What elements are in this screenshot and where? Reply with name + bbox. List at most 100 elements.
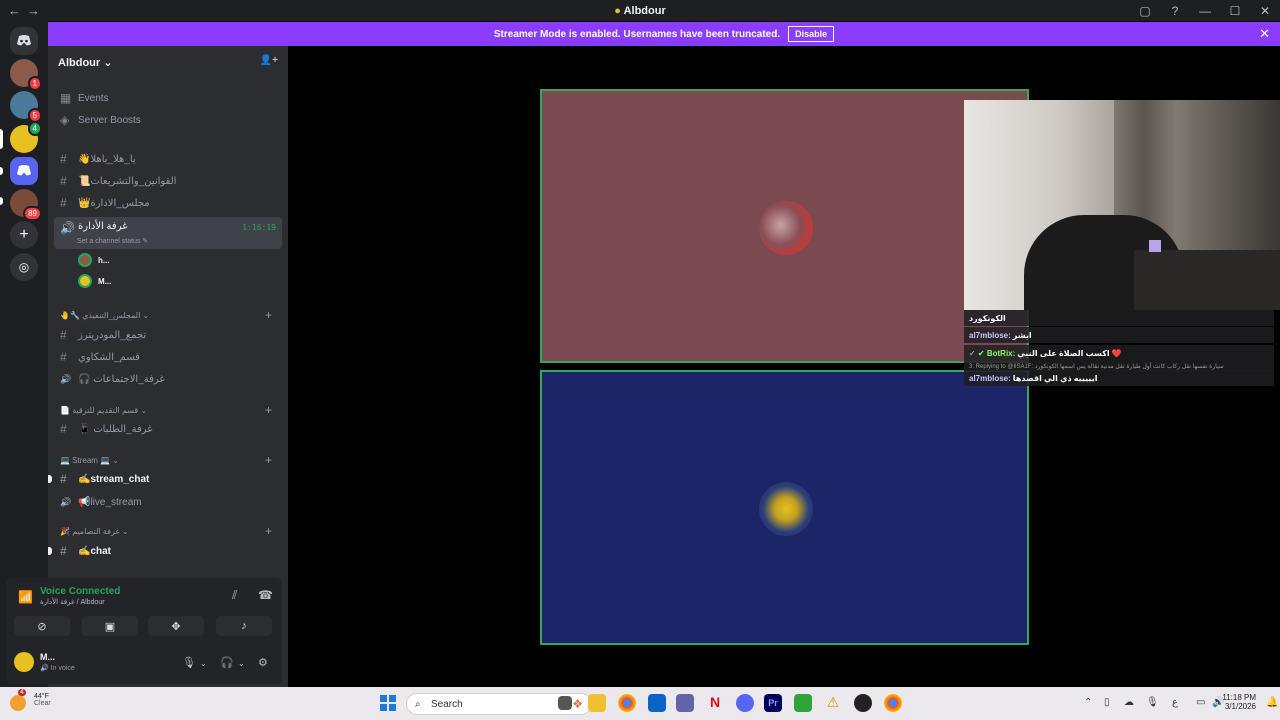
screen-share-button[interactable]: ▣: [82, 616, 138, 636]
channel-item-live-stream[interactable]: 🔊 📢live_stream: [54, 492, 282, 512]
soundboard-button[interactable]: ♪: [216, 616, 272, 636]
channel-item-stream-chat[interactable]: # ✍️stream_chat: [48, 469, 282, 489]
category-header[interactable]: 🤚🔧 المجلس_التنفيذي ⌄ +: [54, 305, 282, 325]
avatar[interactable]: [14, 652, 34, 672]
channel-item[interactable]: 🔊 🎧 غرفة_الاجتماعات: [54, 369, 282, 389]
netflix-icon[interactable]: N: [706, 694, 724, 712]
server-icon[interactable]: 5: [10, 91, 42, 123]
tray-chevron-icon[interactable]: ⌃: [1084, 697, 1092, 708]
inbox-icon[interactable]: ▢: [1130, 4, 1160, 18]
channel-item-chat[interactable]: # ✍️chat: [48, 541, 282, 561]
voice-tile[interactable]: [540, 370, 1029, 645]
events-item[interactable]: ▦ Events: [54, 88, 282, 108]
obs-icon[interactable]: [854, 694, 872, 712]
warning-icon[interactable]: ⚠: [824, 694, 842, 712]
add-channel-icon[interactable]: +: [265, 403, 272, 417]
hashtag-icon: #: [60, 152, 67, 166]
activities-button[interactable]: ✥: [148, 616, 204, 636]
stream-overlay: الكونكورد al7mblose: ابشر ✓ ✔ BotRix: اك…: [964, 100, 1280, 386]
signal-icon[interactable]: 📶: [18, 590, 33, 604]
webcam-feed: [964, 100, 1280, 310]
hashtag-icon: #: [60, 328, 67, 342]
server-icon-albdour[interactable]: 4: [10, 121, 42, 153]
channel-item[interactable]: # 👑مجلس_الادارة: [54, 193, 282, 213]
voice-user-name: h...: [98, 255, 110, 265]
server-header[interactable]: Albdour ⌄ 👤+: [48, 46, 288, 80]
search-icon: ⌕: [415, 698, 421, 710]
disable-streamer-button[interactable]: Disable: [788, 26, 835, 42]
channel-item[interactable]: # تجمع_المودريترز: [54, 325, 282, 345]
chrome-alt-icon[interactable]: [884, 694, 902, 712]
invite-people-icon[interactable]: 👤+: [260, 55, 278, 66]
banner-text: Streamer Mode is enabled. Usernames have…: [493, 28, 781, 40]
chevron-down-icon[interactable]: ⌄: [200, 659, 207, 668]
discover-icon[interactable]: ◎: [10, 253, 38, 281]
settings-gear-icon[interactable]: ⚙: [258, 656, 268, 669]
outlook-icon[interactable]: [648, 694, 666, 712]
server-icon[interactable]: 1: [10, 59, 42, 91]
help-icon[interactable]: ?: [1160, 4, 1190, 18]
server-icon[interactable]: 89: [10, 189, 42, 221]
network-icon[interactable]: ▭: [1196, 697, 1205, 708]
category-header[interactable]: 🎉 غرفة التصاميم ⌄ +: [54, 521, 282, 541]
hashtag-icon: #: [60, 350, 67, 364]
noise-suppression-icon[interactable]: ⫽: [232, 588, 237, 603]
maximize-button[interactable]: ☐: [1220, 4, 1250, 18]
chevron-down-icon[interactable]: ⌄: [238, 659, 245, 668]
voice-tile[interactable]: [540, 89, 1029, 363]
channel-label: ✍️chat: [78, 545, 112, 557]
close-window-button[interactable]: ✕: [1250, 4, 1280, 18]
microphone-icon[interactable]: 🎙: [182, 656, 196, 669]
voice-connected-subtitle[interactable]: غرفة الأدارة / Albdour: [40, 598, 105, 606]
channel-item[interactable]: # 📱 غرفة_الطلبات: [54, 419, 282, 439]
voice-user[interactable]: M...: [78, 273, 111, 289]
close-banner-icon[interactable]: ✕: [1259, 26, 1270, 42]
notification-bell-icon[interactable]: 🔔: [1266, 697, 1278, 708]
add-channel-icon[interactable]: +: [265, 524, 272, 538]
chrome-icon[interactable]: [618, 694, 636, 712]
teams-icon[interactable]: [676, 694, 694, 712]
camera-off-icon: ⊘: [37, 620, 47, 633]
avatar: [78, 253, 92, 267]
avatar: [78, 274, 92, 288]
channel-item[interactable]: # 📜القوانين_والتشريعات: [54, 171, 282, 191]
add-channel-icon[interactable]: +: [265, 308, 272, 322]
voice-user[interactable]: h...: [78, 252, 110, 268]
channel-label: ✍️stream_chat: [78, 473, 150, 485]
channel-status[interactable]: Set a channel status ✎: [77, 237, 148, 245]
server-icon[interactable]: [10, 157, 38, 185]
channel-item[interactable]: # 👋يا_هلا_ياهلا: [54, 149, 282, 169]
current-user-name[interactable]: M...: [40, 652, 55, 662]
home-icon[interactable]: [10, 27, 38, 55]
windows-start-icon[interactable]: [380, 695, 396, 711]
category-header[interactable]: 📄 قسم التقديم للترقية ⌄ +: [54, 400, 282, 420]
nvidia-icon[interactable]: [794, 694, 812, 712]
headphones-icon[interactable]: 🎧: [220, 656, 234, 669]
language-indicator[interactable]: ع: [1172, 697, 1178, 708]
task-view-icon[interactable]: [558, 696, 572, 710]
channel-item[interactable]: # قسم_الشكاوي: [54, 347, 282, 367]
file-explorer-icon[interactable]: [588, 694, 606, 712]
tray-app-icon[interactable]: ▯: [1104, 697, 1110, 708]
discord-taskbar-icon[interactable]: [736, 694, 754, 712]
server-boosts-item[interactable]: ◈ Server Boosts: [54, 110, 282, 130]
camera-toggle-button[interactable]: ⊘: [14, 616, 70, 636]
add-server-icon[interactable]: +: [10, 221, 38, 249]
chat-username: al7mblose:: [969, 373, 1011, 383]
weather-widget[interactable]: 4 44°F Clear: [10, 689, 51, 711]
tray-mic-icon[interactable]: 🎙: [1146, 697, 1159, 708]
add-channel-icon[interactable]: +: [265, 453, 272, 467]
mention-badge: 4: [27, 121, 42, 136]
channel-label: 👑مجلس_الادارة: [78, 197, 150, 209]
clock[interactable]: 11:18 PM 3/1/2026: [1222, 693, 1256, 711]
tray-cloud-icon[interactable]: ☁: [1124, 697, 1134, 708]
unread-pill: [0, 197, 3, 205]
voice-connected-title[interactable]: Voice Connected: [40, 586, 120, 597]
channel-label: قسم_الشكاوي: [78, 351, 140, 363]
disconnect-icon[interactable]: ☎: [258, 588, 273, 602]
voice-user-panel: 📶 Voice Connected غرفة الأدارة / Albdour…: [6, 578, 282, 684]
server-name: Albdour: [58, 57, 101, 69]
premiere-icon[interactable]: Pr: [764, 694, 782, 712]
minimize-button[interactable]: —: [1190, 4, 1220, 18]
category-header[interactable]: 💻 Stream 💻 ⌄ +: [54, 450, 282, 470]
